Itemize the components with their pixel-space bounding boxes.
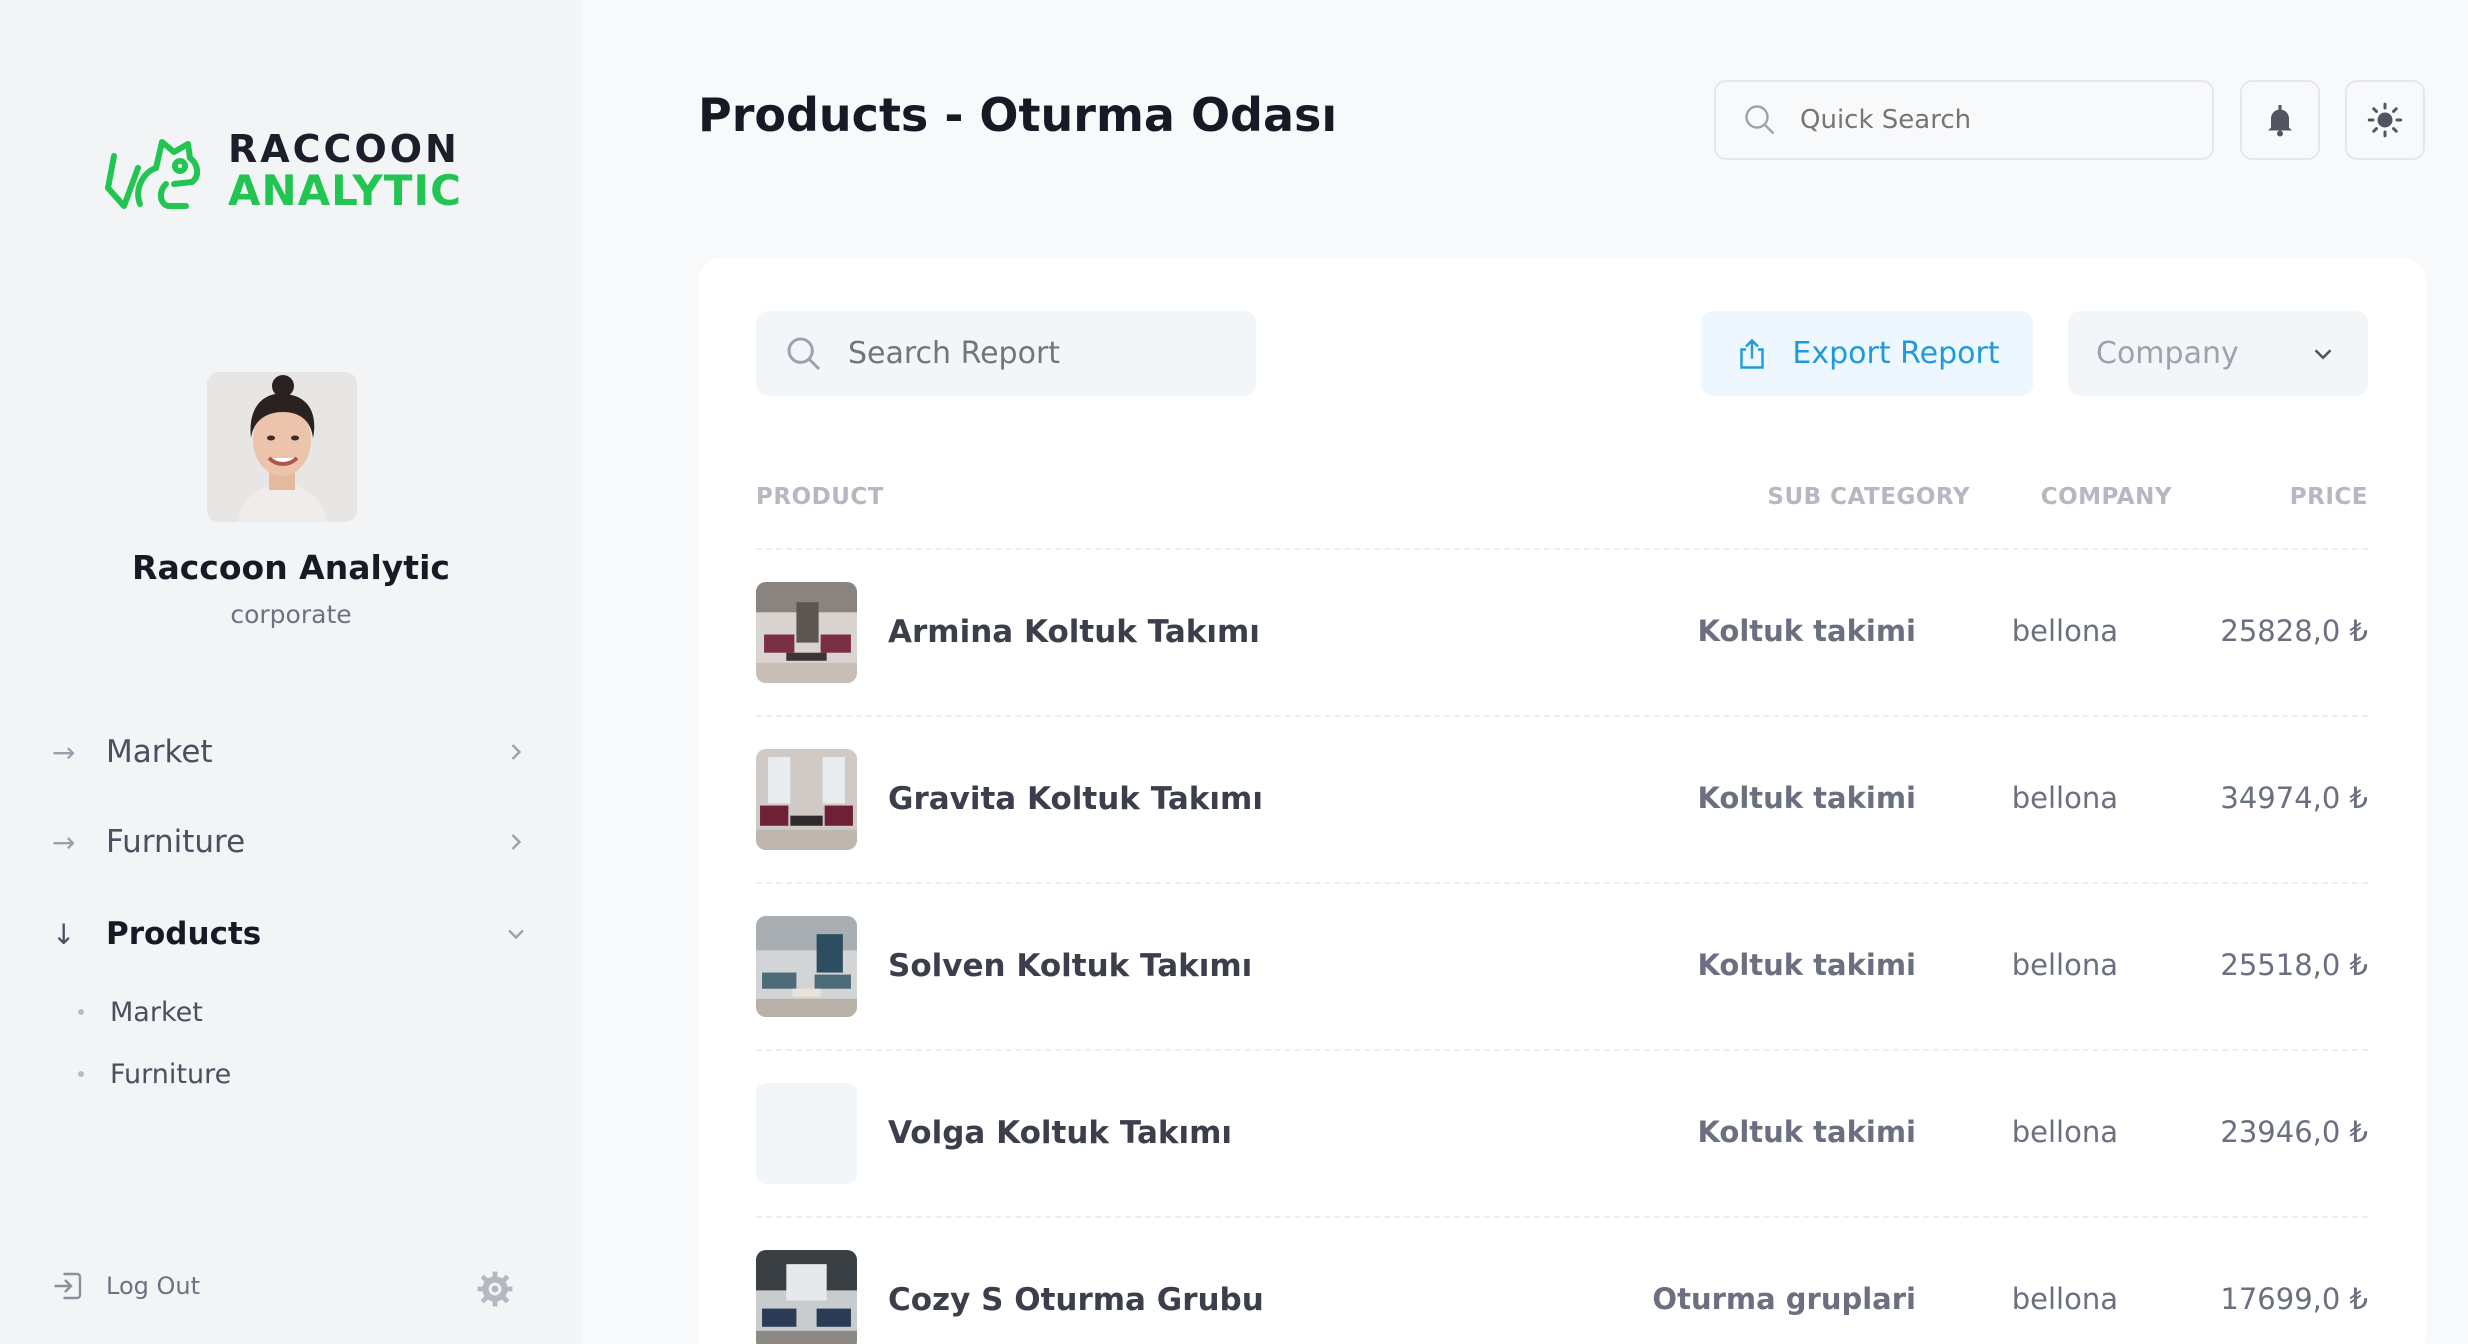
sidebar-item-label: Products <box>106 916 262 952</box>
company-select[interactable]: Company <box>2068 311 2368 396</box>
living-room-image-icon <box>756 1250 857 1344</box>
living-room-image-icon <box>756 749 857 850</box>
quick-search[interactable] <box>1714 80 2214 160</box>
product-name: Gravita Koltuk Takımı <box>888 781 1263 817</box>
sidebar-item-products[interactable]: ↓ Products <box>52 904 530 964</box>
logout-label: Log Out <box>106 1272 201 1300</box>
sun-icon <box>2367 102 2403 138</box>
living-room-image-icon <box>756 582 857 683</box>
export-report-label: Export Report <box>1792 336 2000 371</box>
product-sub-category: Oturma gruplari <box>1652 1282 1916 1316</box>
table-row[interactable]: Volga Koltuk Takımı Koltuk takimi bellon… <box>756 1049 2368 1216</box>
report-search[interactable] <box>756 311 1256 396</box>
table-row[interactable]: Cozy S Oturma Grubu Oturma gruplari bell… <box>756 1216 2368 1344</box>
search-icon <box>1745 105 1775 135</box>
product-name: Solven Koltuk Takımı <box>888 948 1253 984</box>
chevron-down-icon <box>508 929 524 940</box>
sidebar-subitem-furniture[interactable]: Furniture <box>78 1054 231 1094</box>
notifications-button[interactable] <box>2240 80 2320 160</box>
living-room-image-icon <box>756 916 857 1017</box>
product-price: 34974,0 ₺ <box>2220 781 2368 815</box>
company-select-value: Company <box>2096 336 2239 371</box>
search-icon <box>787 337 821 370</box>
sidebar-item-furniture[interactable]: → Furniture <box>52 812 530 872</box>
sidebar-item-label: Furniture <box>106 824 246 860</box>
product-name: Cozy S Oturma Grubu <box>888 1282 1264 1318</box>
product-company: bellona <box>2011 1282 2118 1316</box>
sidebar-item-market[interactable]: → Market <box>52 722 530 782</box>
theme-toggle-button[interactable] <box>2345 80 2425 160</box>
product-price: 23946,0 ₺ <box>2220 1115 2368 1149</box>
column-header-sub-category[interactable]: SUB CATEGORY <box>1767 484 1970 510</box>
sidebar-item-label: Market <box>106 734 213 770</box>
product-company: bellona <box>2011 948 2118 982</box>
quick-search-input[interactable] <box>1800 105 2180 135</box>
arrow-right-icon: → <box>52 825 76 859</box>
product-name: Volga Koltuk Takımı <box>888 1115 1233 1151</box>
logout-icon <box>54 1272 82 1300</box>
product-thumbnail <box>756 1250 857 1344</box>
table-row[interactable]: Solven Koltuk Takımı Koltuk takimi bello… <box>756 882 2368 1049</box>
page-title: Products - Oturma Odası <box>698 88 1338 142</box>
product-thumbnail <box>756 749 857 850</box>
chevron-right-icon <box>511 834 522 850</box>
product-price: 17699,0 ₺ <box>2220 1282 2368 1316</box>
sidebar-subitem-label: Market <box>110 996 203 1028</box>
product-sub-category: Koltuk takimi <box>1697 781 1916 815</box>
bullet-icon <box>78 1071 84 1077</box>
bell-icon <box>2268 105 2292 137</box>
export-report-button[interactable]: Export Report <box>1701 311 2033 396</box>
arrow-right-icon: → <box>52 735 76 769</box>
product-company: bellona <box>2011 614 2118 648</box>
profile-name: Raccoon Analytic <box>132 548 450 587</box>
column-header-price[interactable]: PRICE <box>2290 484 2368 510</box>
product-price: 25828,0 ₺ <box>2220 614 2368 648</box>
gear-icon[interactable] <box>476 1270 514 1308</box>
avatar-portrait-icon <box>207 372 357 522</box>
product-thumbnail-placeholder <box>756 1083 857 1184</box>
product-price: 25518,0 ₺ <box>2220 948 2368 982</box>
product-thumbnail <box>756 916 857 1017</box>
brand-line-1: RACCOON <box>228 127 460 171</box>
product-name: Armina Koltuk Takımı <box>888 614 1260 650</box>
bullet-icon <box>78 1009 84 1015</box>
chevron-right-icon <box>511 744 522 760</box>
profile-role: corporate <box>230 600 352 629</box>
sidebar-subitem-market[interactable]: Market <box>78 992 203 1032</box>
product-company: bellona <box>2011 781 2118 815</box>
brand-line-2: ANALYTIC <box>228 166 462 215</box>
logout-button[interactable]: Log Out <box>50 1268 200 1304</box>
column-header-product[interactable]: PRODUCT <box>756 484 884 510</box>
product-sub-category: Koltuk takimi <box>1697 948 1916 982</box>
avatar[interactable] <box>207 372 357 522</box>
chevron-down-icon <box>2314 348 2332 360</box>
product-sub-category: Koltuk takimi <box>1697 1115 1916 1149</box>
product-company: bellona <box>2011 1115 2118 1149</box>
table-row[interactable]: Gravita Koltuk Takımı Koltuk takimi bell… <box>756 715 2368 882</box>
product-thumbnail <box>756 582 857 683</box>
table-row[interactable]: Armina Koltuk Takımı Koltuk takimi bello… <box>756 548 2368 715</box>
arrow-down-icon: ↓ <box>52 917 76 951</box>
column-header-company[interactable]: COMPANY <box>2041 484 2172 510</box>
brand-logo[interactable]: RACCOON ANALYTIC <box>104 128 462 212</box>
raccoon-logo-icon <box>105 139 200 209</box>
report-search-input[interactable] <box>848 336 1228 371</box>
products-card: Export Report Company PRODUCT SUB CATEGO… <box>698 258 2426 1344</box>
product-sub-category: Koltuk takimi <box>1697 614 1916 648</box>
sidebar-subitem-label: Furniture <box>110 1058 232 1090</box>
sidebar: RACCOON ANALYTIC Raccoon Analytic corpor… <box>0 0 582 1344</box>
upload-icon <box>1740 338 1765 369</box>
